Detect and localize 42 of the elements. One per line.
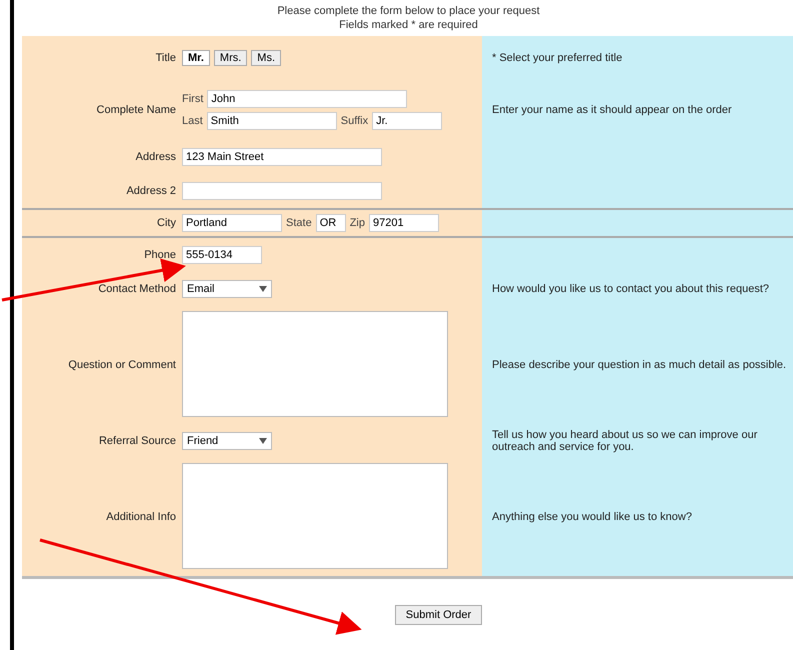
- form-subtitle: Fields marked * are required: [339, 19, 478, 31]
- field-label: Last: [182, 115, 203, 127]
- text-area[interactable]: [182, 462, 448, 568]
- field-hint: Enter your name as it should appear on the order: [491, 104, 733, 116]
- dropdown[interactable]: Email: [182, 280, 272, 298]
- field-label: Phone: [144, 249, 176, 261]
- field-hint: Tell us how you heard about us so we can improve our outreach and service for you.: [491, 429, 758, 453]
- field-label: Contact Method: [98, 283, 176, 295]
- text-area[interactable]: [182, 310, 448, 416]
- field-hint: How would you like us to contact you about this request?: [491, 283, 770, 295]
- field-label: Referral Source: [98, 435, 176, 447]
- field-label: City: [157, 217, 176, 229]
- field-hint: * Select your preferred title: [491, 52, 624, 64]
- first-name-field[interactable]: John: [207, 90, 408, 108]
- text-field[interactable]: [182, 182, 382, 200]
- field-label: Title: [156, 52, 176, 64]
- text-field[interactable]: 123 Main Street: [182, 148, 382, 166]
- field-hint: Anything else you would like us to know?: [491, 511, 693, 523]
- last-name-field[interactable]: Smith: [206, 112, 337, 130]
- field-label: Question or Comment: [68, 359, 176, 371]
- title-option[interactable]: Ms.: [251, 50, 282, 66]
- title-option[interactable]: Mrs.: [214, 50, 248, 66]
- field-hint: Please describe your question in as much detail as possible.: [491, 359, 788, 371]
- title-option[interactable]: Mr.: [182, 50, 210, 66]
- field-label: Suffix: [340, 115, 368, 127]
- dropdown[interactable]: Friend: [182, 432, 272, 450]
- text-field[interactable]: 555-0134: [182, 246, 262, 264]
- field-label: Complete Name: [96, 104, 176, 116]
- field-label: Zip: [350, 217, 365, 229]
- field-label: First: [182, 93, 204, 105]
- caret-icon: [259, 438, 267, 444]
- field-label: Additional Info: [106, 511, 176, 523]
- caret-icon: [259, 286, 267, 292]
- zip-field[interactable]: 97201: [368, 214, 439, 232]
- suffix-field[interactable]: Jr.: [372, 112, 442, 130]
- state-field[interactable]: OR: [316, 214, 346, 232]
- submit-button[interactable]: Submit Order: [394, 604, 482, 624]
- field-label: State: [286, 217, 312, 229]
- form-title: Please complete the form below to place your request: [277, 5, 540, 17]
- field-label: Address: [136, 151, 176, 163]
- city-field[interactable]: Portland: [182, 214, 282, 232]
- field-label: Address 2: [126, 185, 176, 197]
